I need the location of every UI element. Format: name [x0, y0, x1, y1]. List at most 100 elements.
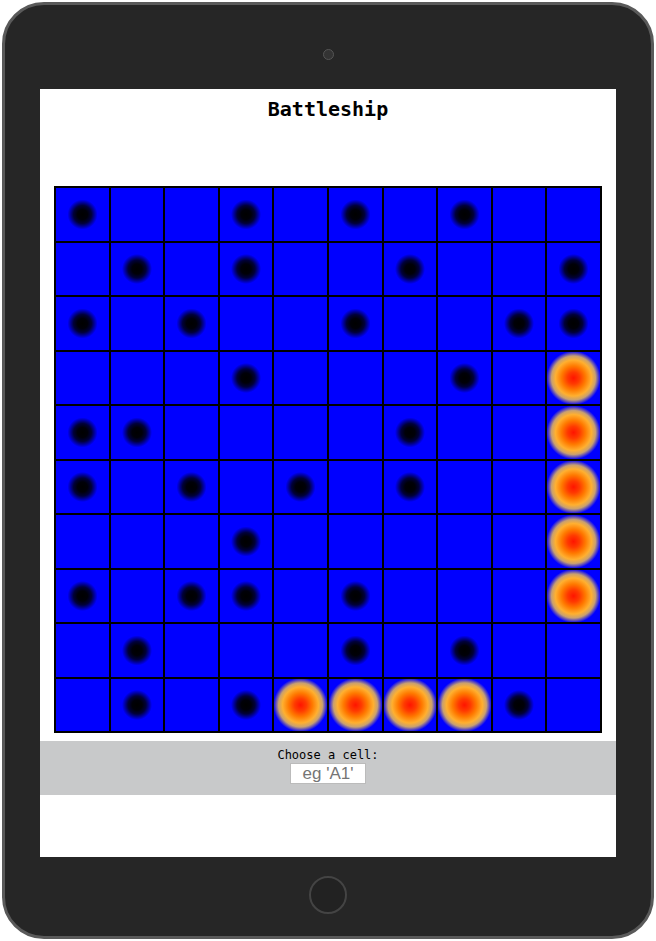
board-cell[interactable] [383, 242, 438, 297]
board-cell[interactable] [273, 405, 328, 460]
board-cell[interactable] [219, 351, 274, 406]
board-cell[interactable] [492, 296, 547, 351]
board-cell[interactable] [110, 678, 165, 733]
board-cell[interactable] [546, 405, 601, 460]
board-cell[interactable] [437, 460, 492, 515]
board-cell[interactable] [383, 460, 438, 515]
board-cell[interactable] [492, 623, 547, 678]
board-cell[interactable] [383, 514, 438, 569]
board-cell[interactable] [110, 242, 165, 297]
board-cell[interactable] [110, 569, 165, 624]
board-cell[interactable] [383, 296, 438, 351]
board-cell[interactable] [328, 187, 383, 242]
home-button-icon[interactable] [309, 876, 347, 914]
board-cell[interactable] [219, 242, 274, 297]
board-cell[interactable] [546, 351, 601, 406]
board-cell[interactable] [437, 569, 492, 624]
board-cell[interactable] [328, 569, 383, 624]
board-cell[interactable] [546, 678, 601, 733]
board-cell[interactable] [110, 351, 165, 406]
board-cell[interactable] [383, 187, 438, 242]
board-cell[interactable] [219, 623, 274, 678]
board-cell[interactable] [55, 242, 110, 297]
board-cell[interactable] [546, 296, 601, 351]
board-cell[interactable] [164, 678, 219, 733]
board-cell[interactable] [164, 242, 219, 297]
board-cell[interactable] [328, 678, 383, 733]
board-cell[interactable] [492, 351, 547, 406]
board-cell[interactable] [328, 623, 383, 678]
board-cell[interactable] [55, 678, 110, 733]
board-cell[interactable] [55, 623, 110, 678]
board-cell[interactable] [110, 405, 165, 460]
board-cell[interactable] [55, 405, 110, 460]
board-cell[interactable] [55, 514, 110, 569]
board-cell[interactable] [437, 242, 492, 297]
board-cell[interactable] [546, 569, 601, 624]
board-cell[interactable] [328, 460, 383, 515]
board-cell[interactable] [55, 569, 110, 624]
board-cell[interactable] [383, 623, 438, 678]
board-cell[interactable] [437, 405, 492, 460]
board-cell[interactable] [492, 514, 547, 569]
board-cell[interactable] [55, 296, 110, 351]
board-cell[interactable] [383, 678, 438, 733]
board-cell[interactable] [492, 678, 547, 733]
board-cell[interactable] [219, 296, 274, 351]
board-cell[interactable] [546, 460, 601, 515]
board-cell[interactable] [164, 296, 219, 351]
board-cell[interactable] [273, 460, 328, 515]
board-cell[interactable] [437, 514, 492, 569]
board-cell[interactable] [164, 623, 219, 678]
board-cell[interactable] [273, 187, 328, 242]
board-cell[interactable] [328, 242, 383, 297]
board-cell[interactable] [110, 514, 165, 569]
board-cell[interactable] [492, 242, 547, 297]
board-cell[interactable] [383, 405, 438, 460]
board-cell[interactable] [328, 405, 383, 460]
board-cell[interactable] [110, 623, 165, 678]
board-cell[interactable] [55, 460, 110, 515]
board-cell[interactable] [219, 678, 274, 733]
board-cell[interactable] [328, 351, 383, 406]
board-cell[interactable] [219, 405, 274, 460]
board-cell[interactable] [437, 351, 492, 406]
board-cell[interactable] [383, 569, 438, 624]
board-cell[interactable] [110, 296, 165, 351]
board-cell[interactable] [546, 514, 601, 569]
board-cell[interactable] [219, 514, 274, 569]
board-cell[interactable] [273, 678, 328, 733]
board-cell[interactable] [383, 351, 438, 406]
board-cell[interactable] [164, 405, 219, 460]
guess-input[interactable] [290, 763, 366, 784]
board-cell[interactable] [328, 296, 383, 351]
board-cell[interactable] [273, 514, 328, 569]
board-cell[interactable] [273, 296, 328, 351]
board-cell[interactable] [492, 569, 547, 624]
board-cell[interactable] [437, 187, 492, 242]
board-cell[interactable] [110, 187, 165, 242]
board-cell[interactable] [328, 514, 383, 569]
board-cell[interactable] [164, 514, 219, 569]
board-cell[interactable] [164, 187, 219, 242]
board-cell[interactable] [219, 569, 274, 624]
board-cell[interactable] [492, 187, 547, 242]
board-cell[interactable] [55, 351, 110, 406]
board-cell[interactable] [164, 460, 219, 515]
board-cell[interactable] [55, 187, 110, 242]
board-cell[interactable] [546, 242, 601, 297]
board-cell[interactable] [273, 351, 328, 406]
board-cell[interactable] [546, 187, 601, 242]
board-cell[interactable] [437, 678, 492, 733]
board-cell[interactable] [164, 569, 219, 624]
board-cell[interactable] [492, 405, 547, 460]
board-cell[interactable] [273, 623, 328, 678]
board-cell[interactable] [164, 351, 219, 406]
board-cell[interactable] [273, 242, 328, 297]
board-cell[interactable] [110, 460, 165, 515]
board-cell[interactable] [492, 460, 547, 515]
board-cell[interactable] [437, 296, 492, 351]
board-cell[interactable] [546, 623, 601, 678]
board-cell[interactable] [219, 187, 274, 242]
board-cell[interactable] [219, 460, 274, 515]
